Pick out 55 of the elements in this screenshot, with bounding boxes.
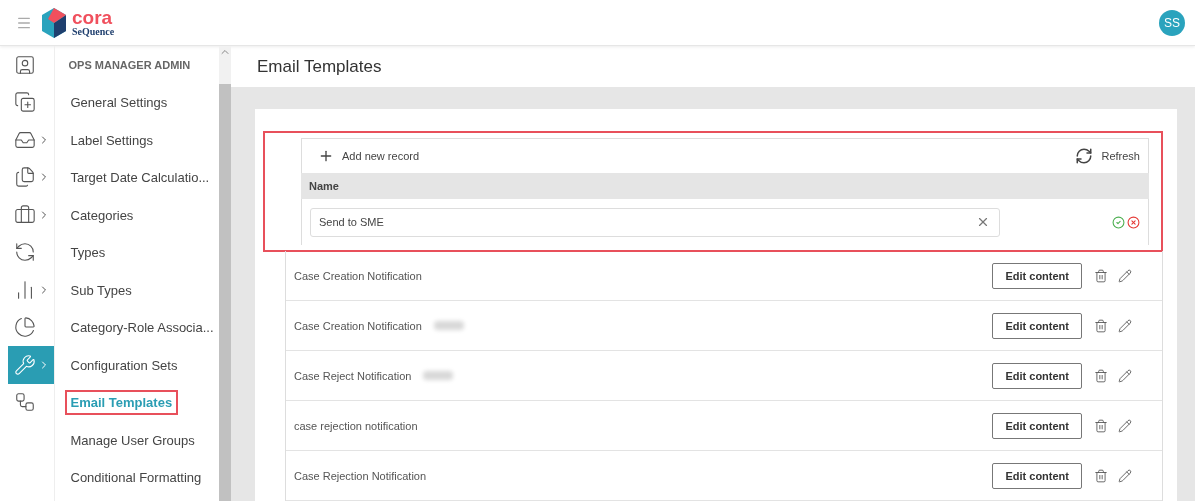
template-name: Case Rejection Notification bbox=[294, 469, 427, 482]
briefcase-icon bbox=[14, 203, 36, 226]
delete-icon[interactable] bbox=[1094, 268, 1108, 283]
workflow-icon bbox=[14, 391, 36, 414]
pencil-icon[interactable] bbox=[1118, 468, 1132, 483]
edit-content-button[interactable]: Edit content bbox=[992, 462, 1082, 489]
template-name: case rejection notification bbox=[294, 419, 418, 432]
template-name: Case Creation Notification bbox=[294, 269, 422, 282]
delete-icon[interactable] bbox=[1094, 318, 1108, 333]
column-title: Name bbox=[309, 180, 339, 192]
nav-item[interactable]: Categories bbox=[64, 202, 140, 228]
nav-item[interactable]: Manage User Groups bbox=[64, 427, 201, 453]
nav-heading: OPS MANAGER ADMIN bbox=[68, 58, 192, 73]
pencil-icon[interactable] bbox=[1118, 268, 1132, 283]
refresh-button[interactable]: Refresh bbox=[1075, 147, 1140, 165]
edit-content-button[interactable]: Edit content bbox=[992, 312, 1082, 339]
delete-icon[interactable] bbox=[1094, 368, 1108, 383]
wrench-icon bbox=[14, 353, 36, 376]
name-field[interactable]: Send to SME bbox=[310, 207, 1000, 237]
logo-icon bbox=[42, 7, 66, 38]
template-name: Case Creation Notification bbox=[294, 319, 422, 332]
logo-subtitle: SeQuence bbox=[72, 27, 115, 37]
pencil-icon[interactable] bbox=[1118, 318, 1132, 333]
scrollbar[interactable] bbox=[218, 46, 231, 501]
pencil-icon[interactable] bbox=[1118, 368, 1132, 383]
delete-icon[interactable] bbox=[1094, 468, 1108, 483]
delete-icon[interactable] bbox=[1094, 418, 1108, 433]
confirm-icon[interactable] bbox=[1112, 215, 1125, 229]
add-record-button[interactable]: Add new record bbox=[318, 148, 420, 164]
template-name: Case Reject Notification bbox=[294, 369, 412, 382]
user-card-icon bbox=[14, 53, 36, 76]
edit-content-button[interactable]: Edit content bbox=[992, 262, 1082, 289]
pie-chart-icon bbox=[14, 316, 36, 339]
nav-item[interactable]: Sub Types bbox=[64, 277, 138, 303]
documents-icon bbox=[14, 166, 36, 189]
blurred-text bbox=[433, 321, 464, 330]
logo-word: cora bbox=[72, 8, 114, 27]
edit-content-button[interactable]: Edit content bbox=[992, 412, 1082, 439]
nav-item[interactable]: Types bbox=[64, 240, 112, 266]
cycle-icon bbox=[14, 241, 36, 264]
nav-item[interactable]: Label Settings bbox=[64, 127, 159, 153]
refresh-icon bbox=[1075, 147, 1094, 165]
page-title: Email Templates bbox=[256, 55, 383, 78]
pencil-icon[interactable] bbox=[1118, 418, 1132, 433]
blurred-text bbox=[423, 371, 454, 380]
nav-item[interactable]: Configuration Sets bbox=[64, 352, 184, 378]
cancel-icon[interactable] bbox=[1127, 215, 1140, 229]
add-copy-icon bbox=[14, 91, 36, 114]
nav-item[interactable]: General Settings bbox=[64, 90, 174, 116]
edit-content-button[interactable]: Edit content bbox=[992, 362, 1082, 389]
nav-item[interactable]: Category-Role Associa... bbox=[64, 315, 220, 341]
plus-icon bbox=[318, 148, 334, 164]
nav-item[interactable]: Conditional Formatting bbox=[64, 465, 208, 491]
nav-item[interactable]: Target Date Calculatio... bbox=[64, 165, 216, 191]
rail-item[interactable] bbox=[8, 346, 54, 384]
